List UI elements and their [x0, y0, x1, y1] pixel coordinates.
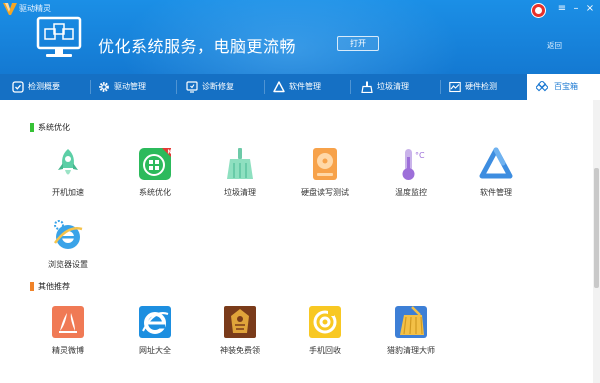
toolbox-panel: 系统优化 开机加速 N 系统优化 垃圾清理 硬盘读写测试 °C 温度监控 软件管… [0, 100, 593, 383]
tool-phone-recycle[interactable]: 手机回收 [290, 305, 360, 367]
tool-label: 猎豹清理大师 [387, 346, 435, 355]
app-logo-icon [3, 3, 17, 15]
tool-label: 软件管理 [480, 188, 512, 197]
page-headline: 优化系统服务，电脑更流畅 [98, 37, 297, 56]
tool-label: 垃圾清理 [224, 188, 256, 197]
tab-detect-summary[interactable]: 检测概要 [12, 74, 92, 100]
tool-label: 神装免费领 [220, 346, 260, 355]
header-banner: 驱动精灵 优化系统服务，电脑更流畅 打开 返回 ≡ – × [0, 0, 600, 74]
triangle-logo-icon [479, 147, 513, 179]
cleaner-broom-icon [395, 306, 427, 338]
tool-weibo[interactable]: 精灵微博 [33, 305, 103, 367]
tool-free-gear[interactable]: 神装免费领 [205, 305, 275, 367]
thermometer-icon: °C [402, 149, 425, 180]
monitor-check-icon [12, 81, 24, 93]
recycle-icon [309, 306, 341, 338]
user-avatar[interactable] [531, 3, 546, 18]
tab-label: 百宝箱 [554, 82, 578, 91]
tab-divider [176, 80, 177, 94]
ie-gear-icon [53, 220, 83, 249]
celsius-unit: °C [415, 151, 425, 160]
tab-software-manage[interactable]: 软件管理 [273, 74, 353, 100]
chart-icon [449, 81, 461, 93]
tool-label: 浏览器设置 [48, 260, 88, 269]
tool-system-optimize[interactable]: N 系统优化 [120, 147, 190, 209]
tab-label: 软件管理 [289, 82, 321, 91]
tab-diagnose-repair[interactable]: 诊断修复 [186, 74, 266, 100]
tool-browser-settings[interactable]: 浏览器设置 [33, 219, 103, 281]
tab-label: 诊断修复 [202, 82, 234, 91]
scrollbar-thumb[interactable] [594, 168, 599, 288]
section-marker [30, 123, 34, 132]
repair-icon [186, 81, 198, 93]
tab-hardware-detect[interactable]: 硬件检测 [449, 74, 529, 100]
tab-label: 垃圾清理 [377, 82, 409, 91]
tool-label: 硬盘读写测试 [301, 188, 349, 197]
tool-label: 手机回收 [309, 346, 341, 355]
tool-label: 网址大全 [139, 346, 171, 355]
app-title: 驱动精灵 [19, 4, 51, 13]
tool-label: 系统优化 [139, 188, 171, 197]
tool-software-manage[interactable]: 软件管理 [461, 147, 531, 209]
tab-label: 驱动管理 [114, 82, 146, 91]
new-badge: N [168, 150, 172, 156]
broom-icon [361, 81, 373, 93]
tab-driver-manage[interactable]: 驱动管理 [98, 74, 178, 100]
tool-junk-clean[interactable]: 垃圾清理 [205, 147, 275, 209]
tab-divider [350, 80, 351, 94]
tab-toolbox[interactable]: 百宝箱 [527, 74, 600, 100]
game-armor-icon [224, 306, 256, 338]
gear-icon [99, 82, 109, 92]
open-button[interactable]: 打开 [337, 36, 379, 51]
tab-divider [440, 80, 441, 94]
tab-label: 硬件检测 [465, 82, 497, 91]
rocket-icon [58, 149, 78, 175]
tool-disk-rw-test[interactable]: 硬盘读写测试 [290, 147, 360, 209]
tab-divider [90, 80, 91, 94]
tool-label: 温度监控 [395, 188, 427, 197]
weibo-icon [52, 306, 84, 338]
tool-temp-monitor[interactable]: °C 温度监控 [376, 147, 446, 209]
tool-url-directory[interactable]: 网址大全 [120, 305, 190, 367]
triangle-logo-icon [273, 81, 285, 93]
broom-icon [227, 148, 253, 179]
minimize-icon[interactable]: – [570, 2, 582, 16]
section-title-system-optimize: 系统优化 [38, 123, 70, 132]
tool-label: 精灵微博 [52, 346, 84, 355]
section-title-recommend: 其他推荐 [38, 282, 70, 291]
tab-label: 检测概要 [28, 82, 60, 91]
tool-boot-accelerate[interactable]: 开机加速 [33, 147, 103, 209]
tool-cm-cleaner[interactable]: 猎豹清理大师 [376, 305, 446, 367]
back-link[interactable]: 返回 [547, 40, 562, 51]
tab-junk-clean[interactable]: 垃圾清理 [361, 74, 441, 100]
tool-label: 开机加速 [52, 188, 84, 197]
menu-icon[interactable]: ≡ [556, 2, 568, 16]
hard-disk-icon [313, 148, 337, 180]
section-marker [30, 282, 34, 291]
toolbox-icon [536, 81, 548, 92]
close-icon[interactable]: × [584, 2, 596, 16]
windows-optimize-icon: N [139, 148, 172, 180]
monitor-boxes-icon [36, 16, 82, 57]
main-tabbar: 检测概要 驱动管理 诊断修复 软件管理 垃圾清理 硬件检测 百宝箱 [0, 74, 600, 100]
ie-icon [139, 306, 171, 338]
tab-divider [264, 80, 265, 94]
